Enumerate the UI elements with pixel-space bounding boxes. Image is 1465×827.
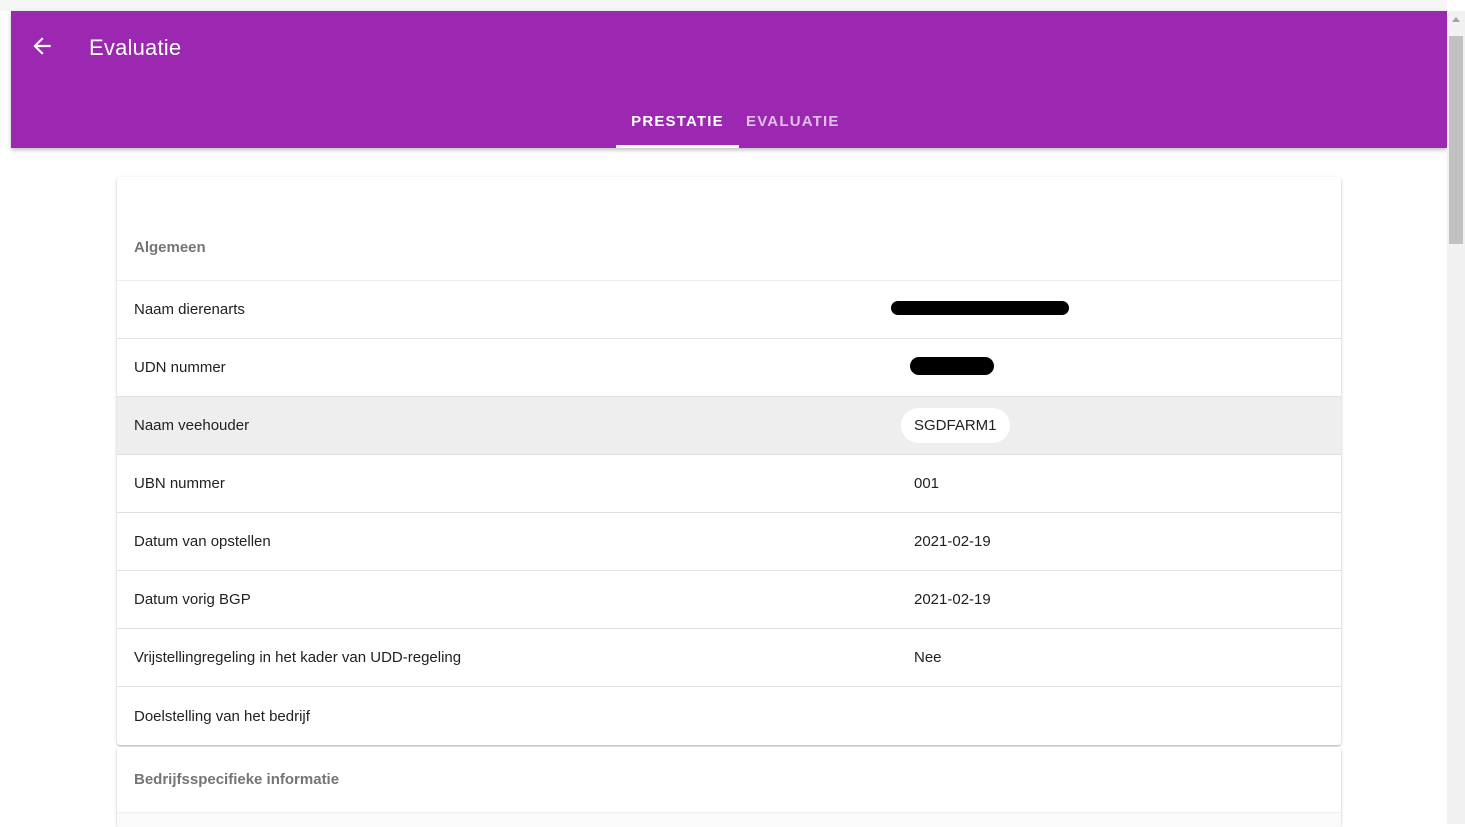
tab-bar: PRESTATIE EVALUATIE xyxy=(616,95,854,148)
vertical-scrollbar[interactable] xyxy=(1447,11,1465,824)
row-label: Vrijstellingregeling in het kader van UD… xyxy=(134,649,462,666)
row-value xyxy=(910,356,1341,379)
row-label: Naam dierenarts xyxy=(134,301,245,318)
company-specific-card: Bedrijfsspecifieke informatie xyxy=(117,747,1341,827)
main-content: Algemeen Naam dierenarts UDN nummer Naam… xyxy=(117,177,1341,827)
table-row: Doelstelling van het bedrijf xyxy=(117,687,1341,745)
value-chip[interactable]: SGDFARM1 xyxy=(901,408,1010,443)
scroll-up-arrow-icon[interactable] xyxy=(1452,17,1460,22)
row-label: Datum van opstellen xyxy=(134,533,271,550)
row-label: Doelstelling van het bedrijf xyxy=(134,707,310,725)
general-card: Algemeen Naam dierenarts UDN nummer Naam… xyxy=(117,177,1341,745)
table-row: Vrijstellingregeling in het kader van UD… xyxy=(117,629,1341,687)
row-label: Naam veehouder xyxy=(134,417,250,434)
redaction-mark xyxy=(891,300,1069,315)
tab-prestatie[interactable]: PRESTATIE xyxy=(616,95,739,148)
row-value: 001 xyxy=(914,475,940,492)
app-bar: Evaluatie PRESTATIE EVALUATIE xyxy=(11,11,1447,148)
row-value: 2021-02-19 xyxy=(914,533,991,550)
table-row[interactable]: Naam veehouder SGDFARM1 xyxy=(117,397,1341,455)
table-row: UBN nummer 001 xyxy=(117,455,1341,513)
row-label: UBN nummer xyxy=(134,475,225,492)
section-content-start xyxy=(117,813,1341,827)
table-row: UDN nummer xyxy=(117,339,1341,397)
redaction-mark xyxy=(910,356,994,375)
browser-top-strip xyxy=(0,0,1447,11)
section-header-general: Algemeen xyxy=(117,177,1341,281)
page-title: Evaluatie xyxy=(89,35,182,60)
scroll-thumb[interactable] xyxy=(1449,36,1463,244)
row-value: Nee xyxy=(914,649,942,666)
row-label: UDN nummer xyxy=(134,359,226,376)
section-header-company-specific: Bedrijfsspecifieke informatie xyxy=(117,747,1341,813)
row-value: SGDFARM1 xyxy=(901,408,1341,443)
back-button[interactable] xyxy=(29,33,55,59)
table-row: Datum vorig BGP 2021-02-19 xyxy=(117,571,1341,629)
table-row: Datum van opstellen 2021-02-19 xyxy=(117,513,1341,571)
row-value: 2021-02-19 xyxy=(914,591,991,608)
tab-evaluatie[interactable]: EVALUATIE xyxy=(739,95,854,148)
row-value xyxy=(891,300,1341,319)
row-label: Datum vorig BGP xyxy=(134,591,251,608)
table-row: Naam dierenarts xyxy=(117,281,1341,339)
arrow-back-icon xyxy=(33,37,51,55)
